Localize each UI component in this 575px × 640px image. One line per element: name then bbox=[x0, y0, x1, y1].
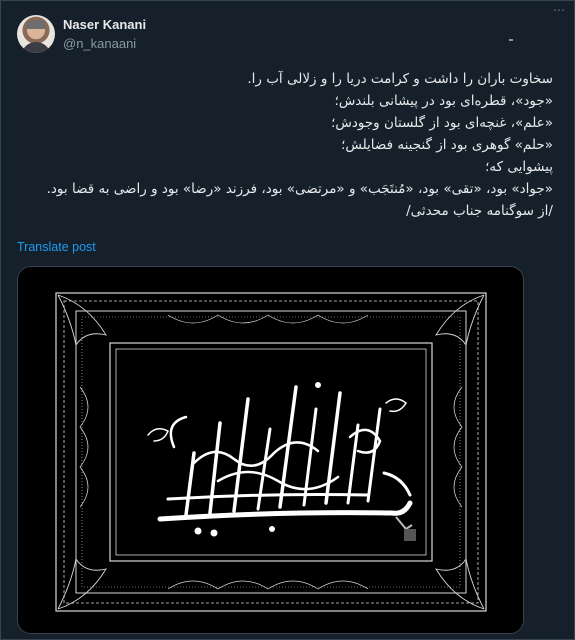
tweet-line: «جواد» بود، «تقی» بود، «مُنتَجَب» و «مرت… bbox=[46, 181, 553, 197]
translate-post-link[interactable]: Translate post bbox=[17, 240, 96, 254]
tweet-line: /از سوگنامه جناب محدثی/ bbox=[406, 203, 553, 219]
more-options-icon[interactable]: ⋯ bbox=[552, 1, 566, 19]
calligraphy-image bbox=[18, 267, 523, 633]
author-handle[interactable]: @n_kanaani bbox=[63, 36, 136, 51]
avatar-shoulders bbox=[21, 42, 51, 53]
avatar[interactable] bbox=[17, 15, 55, 53]
author-display-name[interactable]: Naser Kanani bbox=[63, 17, 146, 32]
tweet-media-image[interactable] bbox=[17, 266, 524, 634]
separator-dot bbox=[509, 39, 513, 41]
tweet-card[interactable]: Naser Kanani @n_kanaani ⋯ سخاوت باران را… bbox=[0, 0, 575, 640]
tweet-text: سخاوت باران را داشت و کرامت دریا را و زل… bbox=[21, 68, 553, 222]
tweet-line: «حلم» گوهری بود از گنجینه فضایلش؛ bbox=[341, 137, 553, 153]
tweet-line: پیشوایی که؛ bbox=[485, 159, 553, 175]
tweet-line: «علم»، غنچه‌ای بود از گلستان وجودش؛ bbox=[331, 115, 553, 131]
tweet-line: سخاوت باران را داشت و کرامت دریا را و زل… bbox=[247, 71, 553, 87]
avatar-hair bbox=[26, 20, 46, 29]
tweet-line: «جود»، قطره‌ای بود در پیشانی بلندش؛ bbox=[334, 93, 553, 109]
